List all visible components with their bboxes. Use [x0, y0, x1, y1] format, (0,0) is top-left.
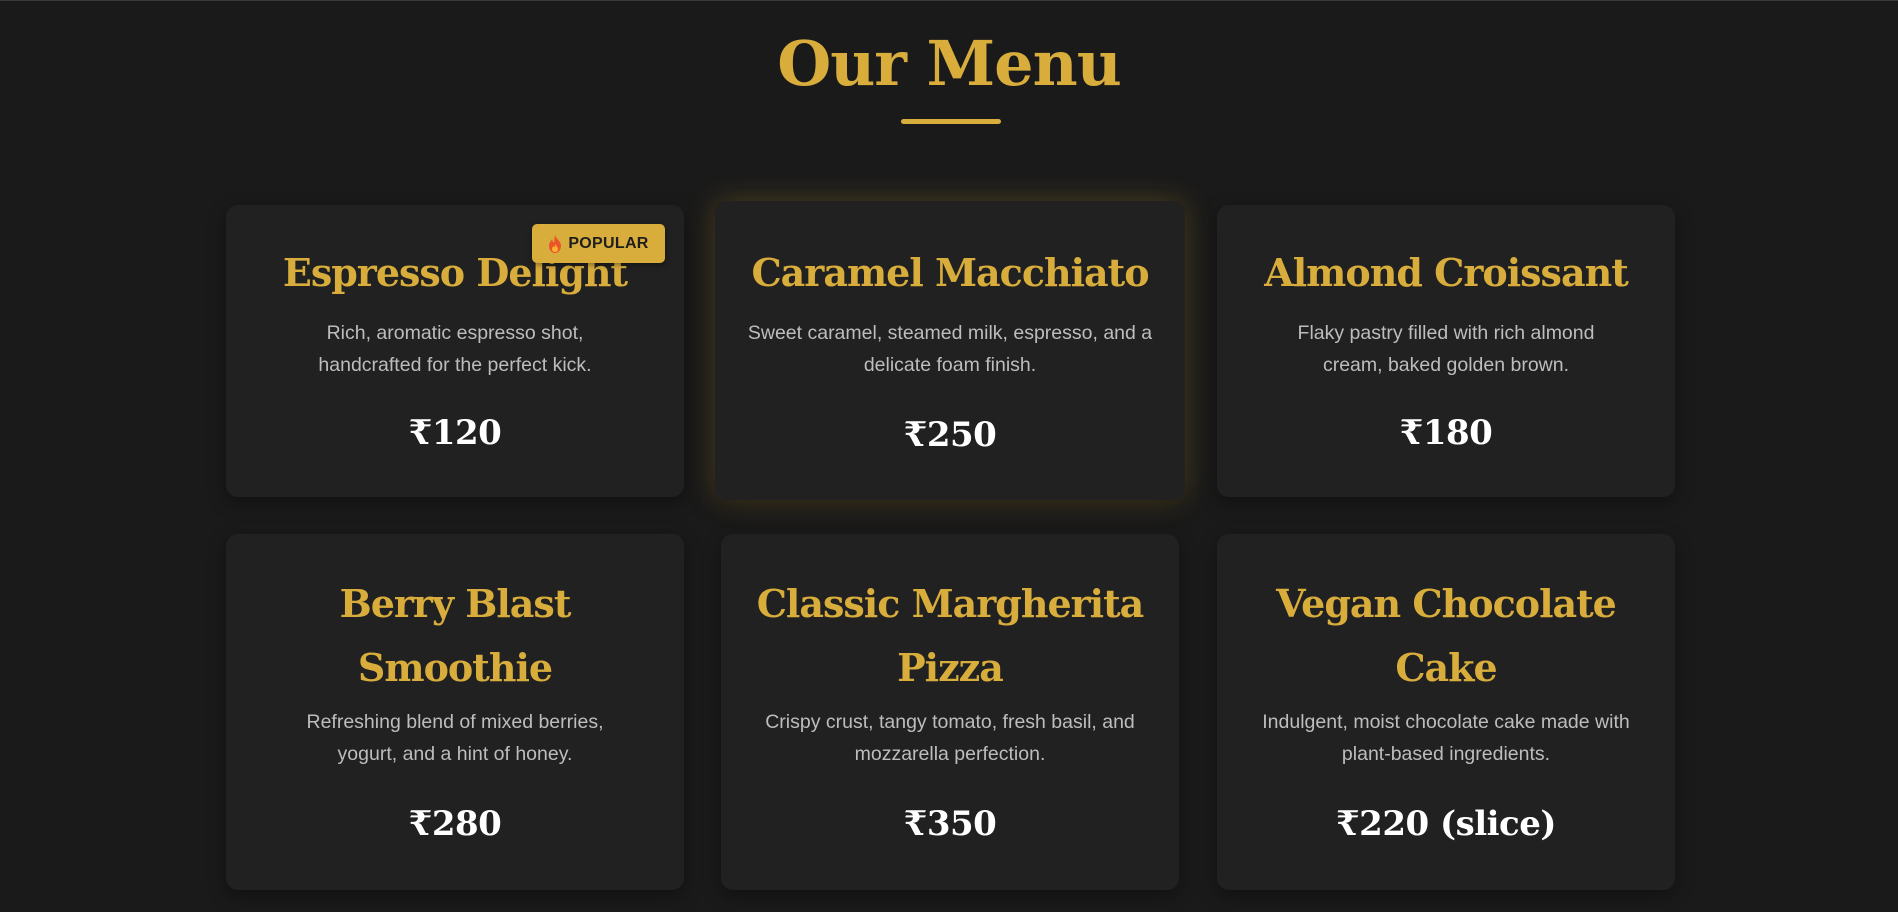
menu-item-price: ₹350 — [903, 804, 997, 844]
menu-item-description: Indulgent, moist chocolate cake made wit… — [1262, 711, 1630, 765]
menu-card-berry-blast-smoothie[interactable]: Berry Blast Smoothie Refreshing blend of… — [226, 534, 684, 890]
menu-item-name: Caramel Macchiato — [751, 250, 1149, 295]
menu-item-price: ₹250 — [903, 415, 997, 455]
menu-card-almond-croissant[interactable]: Almond Croissant Flaky pastry filled wit… — [1217, 205, 1675, 497]
menu-item-name: Almond Croissant — [1264, 250, 1629, 295]
menu-item-price: ₹220 (slice) — [1336, 804, 1556, 844]
title-underline — [901, 119, 1001, 124]
menu-item-price: ₹280 — [408, 804, 502, 844]
page-title: Our Menu — [777, 27, 1122, 100]
menu-item-name: Classic Margherita Pizza — [756, 581, 1145, 690]
menu-item-name: Vegan Chocolate Cake — [1276, 581, 1617, 690]
fire-icon — [548, 234, 562, 253]
popular-badge: POPULAR — [532, 224, 665, 263]
menu-item-price: ₹120 — [408, 413, 502, 453]
menu-item-description: Refreshing blend of mixed berries, yogur… — [306, 711, 604, 765]
menu-card-caramel-macchiato[interactable]: Caramel Macchiato Sweet caramel, steamed… — [715, 201, 1185, 500]
menu-item-name: Berry Blast Smoothie — [339, 581, 572, 690]
menu-card-classic-margherita-pizza[interactable]: Classic Margherita Pizza Crispy crust, t… — [721, 534, 1179, 890]
menu-item-description: Sweet caramel, steamed milk, espresso, a… — [747, 322, 1153, 376]
menu-item-description: Flaky pastry filled with rich almond cre… — [1297, 322, 1595, 376]
menu-item-description: Rich, aromatic espresso shot, handcrafte… — [318, 322, 592, 376]
menu-item-description: Crispy crust, tangy tomato, fresh basil,… — [765, 711, 1135, 765]
menu-card-vegan-chocolate-cake[interactable]: Vegan Chocolate Cake Indulgent, moist ch… — [1217, 534, 1675, 890]
badge-label: POPULAR — [568, 234, 649, 252]
menu-item-price: ₹180 — [1399, 413, 1493, 453]
